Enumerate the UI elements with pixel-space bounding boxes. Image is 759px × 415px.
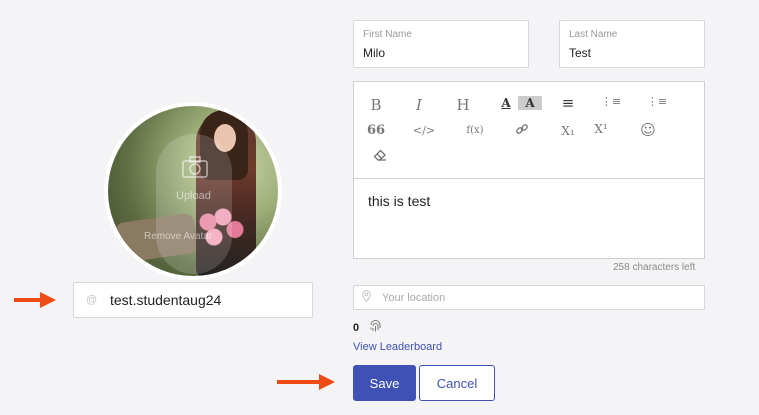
- location-pin-icon: [362, 290, 382, 305]
- location-field[interactable]: [353, 285, 705, 310]
- view-leaderboard-link[interactable]: View Leaderboard: [353, 341, 442, 353]
- eraser-icon[interactable]: [368, 148, 392, 165]
- cancel-button[interactable]: Cancel: [419, 365, 495, 401]
- bullet-list-icon[interactable]: ⋮≡: [645, 95, 669, 108]
- at-icon: @: [86, 294, 98, 306]
- subscript-icon[interactable]: X₁: [556, 124, 580, 138]
- link-icon[interactable]: [510, 122, 534, 139]
- editor-toolbar: B I H A A ≡ ⋮≡ ⋮≡ 66 </> f(x) X₁ X¹ ☺: [354, 82, 704, 179]
- username-arrow-annotation: [14, 292, 56, 308]
- italic-icon[interactable]: I: [407, 96, 431, 114]
- code-icon[interactable]: </>: [412, 124, 436, 137]
- avatar[interactable]: Upload Remove Avatar: [108, 106, 278, 276]
- username-value: test.studentaug24: [110, 292, 222, 308]
- save-button[interactable]: Save: [353, 365, 416, 401]
- save-arrow-annotation: [277, 374, 337, 390]
- avatar-hover-overlay: [156, 134, 232, 274]
- location-input[interactable]: [382, 291, 682, 304]
- heading-icon[interactable]: H: [451, 96, 475, 114]
- avatar-upload-label[interactable]: Upload: [176, 190, 211, 202]
- fingerprint-icon: [369, 320, 382, 336]
- characters-left-counter: 258 characters left: [613, 262, 696, 273]
- formula-icon[interactable]: f(x): [462, 125, 488, 136]
- avatar-remove-label[interactable]: Remove Avatar: [144, 231, 212, 242]
- bio-editor[interactable]: B I H A A ≡ ⋮≡ ⋮≡ 66 </> f(x) X₁ X¹ ☺ th…: [353, 81, 705, 259]
- camera-icon[interactable]: [182, 156, 208, 184]
- emoji-icon[interactable]: ☺: [636, 121, 660, 139]
- superscript-icon[interactable]: X¹: [589, 122, 613, 136]
- last-name-field[interactable]: Last Name Test: [559, 20, 705, 68]
- bold-icon[interactable]: B: [364, 96, 388, 114]
- first-name-field[interactable]: First Name Milo: [353, 20, 529, 68]
- last-name-value[interactable]: Test: [569, 46, 695, 60]
- align-left-icon[interactable]: ≡: [556, 94, 580, 112]
- last-name-label: Last Name: [569, 29, 618, 40]
- font-color-icon[interactable]: A: [494, 96, 518, 110]
- ordered-list-icon[interactable]: ⋮≡: [599, 95, 623, 108]
- first-name-value[interactable]: Milo: [363, 46, 519, 60]
- points-value: 0: [353, 322, 360, 334]
- highlight-icon[interactable]: A: [518, 96, 542, 110]
- username-field[interactable]: @ test.studentaug24: [73, 282, 313, 318]
- first-name-label: First Name: [363, 29, 412, 40]
- avatar-container[interactable]: Upload Remove Avatar: [104, 102, 282, 280]
- quote-icon[interactable]: 66: [364, 123, 388, 138]
- points-row: 0: [353, 320, 382, 336]
- editor-content[interactable]: this is test: [354, 179, 704, 223]
